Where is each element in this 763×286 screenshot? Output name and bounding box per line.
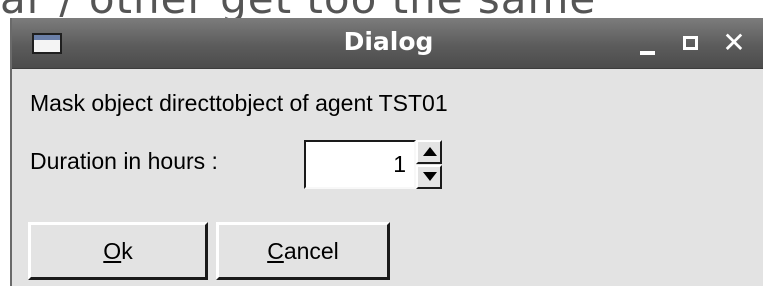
arrow-up-icon (423, 147, 437, 156)
spin-down-button[interactable] (416, 165, 442, 189)
ok-label-rest: k (121, 238, 133, 264)
close-icon: ✕ (722, 26, 746, 59)
minimize-icon (640, 51, 655, 55)
maximize-icon (683, 36, 698, 50)
title-bar[interactable]: Dialog ✕ (12, 18, 763, 69)
duration-label: Duration in hours : (30, 148, 218, 174)
arrow-down-icon (423, 172, 437, 181)
ok-button[interactable]: Ok (28, 222, 208, 280)
maximize-button[interactable] (672, 24, 708, 62)
dialog-message: Mask object directtobject of agent TST01 (30, 90, 448, 116)
dialog-window: Dialog ✕ Mask object directtobject of ag… (10, 18, 763, 286)
close-button[interactable]: ✕ (716, 24, 752, 62)
cancel-label-rest: ancel (283, 238, 339, 264)
duration-input[interactable]: 1 (304, 140, 416, 189)
cancel-mnemonic: C (267, 238, 284, 264)
background-document-text: ar / other get too the same (0, 0, 763, 20)
ok-mnemonic: O (103, 238, 122, 264)
spin-up-button[interactable] (416, 140, 442, 164)
minimize-button[interactable] (630, 24, 666, 62)
cancel-button[interactable]: Cancel (216, 222, 390, 280)
